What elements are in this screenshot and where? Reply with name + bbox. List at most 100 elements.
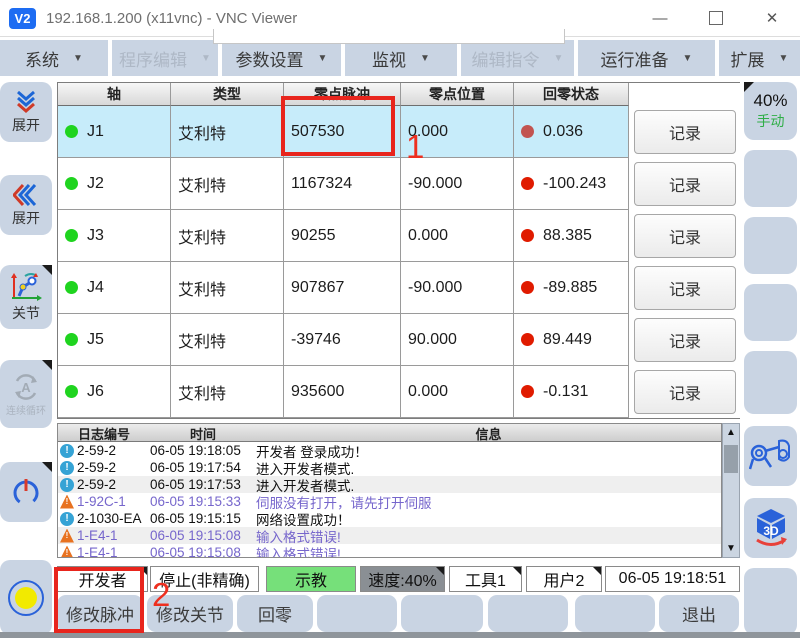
home-button[interactable]: 回零 bbox=[237, 595, 313, 632]
right-panel-button-empty-1[interactable] bbox=[744, 150, 797, 207]
drag-teach-button[interactable] bbox=[744, 426, 797, 486]
type-cell[interactable]: 艾利特 bbox=[171, 262, 284, 314]
corner-marker-icon bbox=[42, 360, 52, 370]
home-status-cell[interactable]: -100.243 bbox=[514, 158, 629, 210]
log-row[interactable]: ! 2-59-2 06-05 19:17:53 进入开发者模式. bbox=[58, 476, 721, 493]
pulse-cell[interactable]: 935600 bbox=[284, 366, 401, 418]
record-indicator-button[interactable] bbox=[0, 560, 52, 635]
expand-left-button[interactable]: 展开 bbox=[0, 175, 52, 235]
log-col-message: 信息 bbox=[256, 424, 721, 441]
home-status-cell[interactable]: 88.385 bbox=[514, 210, 629, 262]
home-status-cell[interactable]: 0.036 bbox=[514, 106, 629, 158]
right-panel-button-empty-4[interactable] bbox=[744, 351, 797, 414]
bottom-button-empty-1[interactable] bbox=[317, 595, 397, 632]
hand-guide-robot-icon bbox=[749, 437, 793, 475]
axis-cell[interactable]: J4 bbox=[58, 262, 171, 314]
pulse-cell[interactable]: 907867 bbox=[284, 262, 401, 314]
chevron-down-icon: ▼ bbox=[73, 53, 83, 64]
status-user[interactable]: 用户2 bbox=[526, 566, 602, 592]
cycle-label: 连续循环 bbox=[6, 402, 46, 417]
status-teach-mode[interactable]: 示教 bbox=[266, 566, 356, 592]
scroll-up-icon[interactable]: ▲ bbox=[723, 427, 739, 438]
home-status-cell[interactable]: 89.449 bbox=[514, 314, 629, 366]
vnc-toolbar-strip[interactable] bbox=[213, 29, 565, 44]
log-row-partial[interactable]: ! 1-E4-1 06-05 19:15:08 输入格式错误! bbox=[58, 544, 721, 558]
axis-cell[interactable]: J6 bbox=[58, 366, 171, 418]
joint-coordinate-button[interactable]: 关节 bbox=[0, 265, 52, 329]
type-cell[interactable]: 艾利特 bbox=[171, 158, 284, 210]
axis-cell[interactable]: J3 bbox=[58, 210, 171, 262]
menu-system[interactable]: 系统▼ bbox=[0, 40, 108, 76]
menu-extend[interactable]: 扩展▼ bbox=[719, 40, 800, 76]
action-cell: 记录 bbox=[629, 106, 741, 158]
type-cell[interactable]: 艾利特 bbox=[171, 314, 284, 366]
status-dot-red-icon bbox=[521, 281, 534, 294]
status-dot-green-icon bbox=[65, 177, 78, 190]
position-cell[interactable]: -90.000 bbox=[401, 158, 514, 210]
maximize-icon bbox=[709, 11, 723, 25]
scrollbar-thumb[interactable] bbox=[724, 445, 738, 473]
right-panel-button-empty-3[interactable] bbox=[744, 284, 797, 341]
log-table: 日志编号 时间 信息 ! 2-59-2 06-05 19:18:05 开发者 登… bbox=[57, 423, 722, 558]
window-controls: — ✕ bbox=[632, 0, 800, 36]
record-button[interactable]: 记录 bbox=[634, 214, 736, 258]
log-row[interactable]: ! 2-1030-EA 06-05 19:15:15 网络设置成功！ bbox=[58, 510, 721, 527]
log-row[interactable]: ! 2-59-2 06-05 19:18:05 开发者 登录成功！ bbox=[58, 442, 721, 459]
exit-button[interactable]: 退出 bbox=[659, 595, 739, 632]
pulse-cell[interactable]: 1167324 bbox=[284, 158, 401, 210]
log-col-code: 日志编号 bbox=[58, 424, 150, 441]
home-status-cell[interactable]: -89.885 bbox=[514, 262, 629, 314]
chevron-down-icon: ▼ bbox=[554, 53, 564, 64]
record-button[interactable]: 记录 bbox=[634, 162, 736, 206]
status-speed[interactable]: 速度:40% bbox=[360, 566, 445, 592]
type-cell[interactable]: 艾利特 bbox=[171, 106, 284, 158]
pulse-cell[interactable]: -39746 bbox=[284, 314, 401, 366]
menu-edit-command: 编辑指令▼ bbox=[461, 40, 574, 76]
power-button[interactable] bbox=[0, 462, 52, 522]
right-panel-button-empty-2[interactable] bbox=[744, 217, 797, 274]
menu-monitor[interactable]: 监视▼ bbox=[345, 40, 457, 76]
pulse-cell[interactable]: 90255 bbox=[284, 210, 401, 262]
close-button[interactable]: ✕ bbox=[744, 0, 800, 36]
minimize-button[interactable]: — bbox=[632, 0, 688, 36]
bottom-button-empty-4[interactable] bbox=[575, 595, 655, 632]
position-cell[interactable]: 90.000 bbox=[401, 314, 514, 366]
type-cell[interactable]: 艾利特 bbox=[171, 366, 284, 418]
vnc-logo-icon: V2 bbox=[9, 8, 36, 29]
log-scrollbar[interactable]: ▲ ▼ bbox=[722, 423, 740, 558]
record-button[interactable]: 记录 bbox=[634, 318, 736, 362]
yellow-circle-icon bbox=[6, 578, 46, 618]
record-button[interactable]: 记录 bbox=[634, 266, 736, 310]
record-button[interactable]: 记录 bbox=[634, 110, 736, 154]
bottom-button-empty-3[interactable] bbox=[488, 595, 568, 632]
view-3d-button[interactable]: 3D bbox=[744, 498, 797, 558]
menu-run-prepare[interactable]: 运行准备▼ bbox=[578, 40, 715, 76]
status-dot-red-icon bbox=[521, 385, 534, 398]
position-cell[interactable]: 0.000 bbox=[401, 366, 514, 418]
log-row[interactable]: ! 1-92C-1 06-05 19:15:33 伺服没有打开，请先打开伺服 bbox=[58, 493, 721, 510]
home-status-cell[interactable]: -0.131 bbox=[514, 366, 629, 418]
right-panel-button-empty-5[interactable] bbox=[744, 568, 797, 635]
expand-down-button[interactable]: 展开 bbox=[0, 82, 52, 142]
corner-marker-icon bbox=[42, 462, 52, 472]
speed-mode-button[interactable]: 40% 手动 bbox=[744, 82, 797, 140]
position-cell[interactable]: 0.000 bbox=[401, 210, 514, 262]
chevron-down-icon: ▼ bbox=[420, 53, 430, 64]
axis-cell[interactable]: J2 bbox=[58, 158, 171, 210]
menu-parameter-settings[interactable]: 参数设置▼ bbox=[222, 40, 341, 76]
type-cell[interactable]: 艾利特 bbox=[171, 210, 284, 262]
bottom-button-empty-2[interactable] bbox=[401, 595, 483, 632]
axis-cell[interactable]: J5 bbox=[58, 314, 171, 366]
log-row[interactable]: ! 1-E4-1 06-05 19:15:08 输入格式错误! bbox=[58, 527, 721, 544]
scroll-down-icon[interactable]: ▼ bbox=[723, 543, 739, 554]
cube-3d-icon: 3D bbox=[749, 507, 793, 549]
log-row[interactable]: ! 2-59-2 06-05 19:17:54 进入开发者模式. bbox=[58, 459, 721, 476]
col-header-home-status: 回零状态 bbox=[514, 83, 629, 106]
axis-cell[interactable]: J1 bbox=[58, 106, 171, 158]
maximize-button[interactable] bbox=[688, 0, 744, 36]
log-col-time: 时间 bbox=[150, 424, 256, 441]
axis-table: 轴 类型 零点脉冲 零点位置 回零状态 J1 艾利特 507530 0.000 … bbox=[57, 82, 740, 419]
record-button[interactable]: 记录 bbox=[634, 370, 736, 414]
position-cell[interactable]: -90.000 bbox=[401, 262, 514, 314]
status-tool[interactable]: 工具1 bbox=[449, 566, 522, 592]
